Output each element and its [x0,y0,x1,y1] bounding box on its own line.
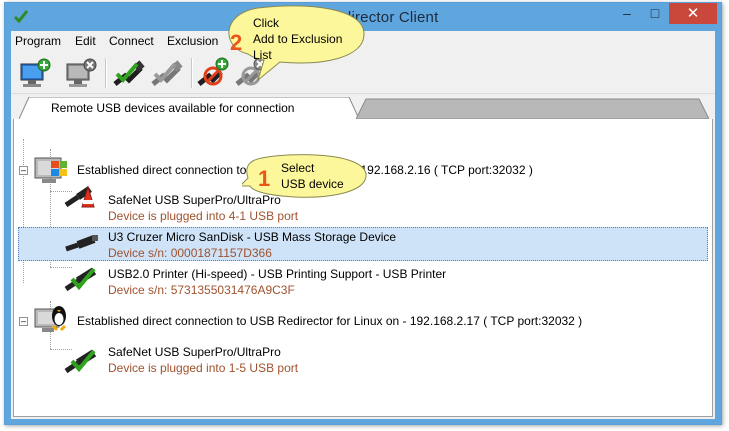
device-info: Device s/n: 5731355031476A9C3F [108,283,295,297]
tab-secondary[interactable] [356,97,709,119]
toolbar-separator [191,58,193,88]
usb-available-icon [64,267,97,292]
server-connection-label[interactable]: Established direct connection to USB Red… [77,314,582,328]
tab-strip: Remote USB devices available for connect… [13,97,713,119]
callout-text: Add to Exclusion [253,32,343,46]
device-info: Device is plugged into 1-5 USB port [108,361,299,375]
usb-plug-icon [65,235,98,252]
windows-server-icon [34,157,67,183]
menu-exclusion[interactable]: Exclusion [167,34,218,48]
menu-edit[interactable]: Edit [75,34,96,48]
usb-in-use-icon [64,185,95,208]
menu-program[interactable]: Program [15,34,61,48]
client-area: Program Edit Connect Exclusion Remote US… [11,31,715,419]
collapse-toggle[interactable]: – [19,317,28,326]
connect-device-icon[interactable] [111,56,147,90]
callout-text: Click [253,16,279,30]
tree-guide-line [23,139,24,283]
device-name[interactable]: U3 Cruzer Micro SanDisk - USB Mass Stora… [108,230,396,244]
add-server-icon[interactable] [17,56,53,90]
callout-step-number: 1 [258,166,271,191]
remove-server-icon[interactable] [63,56,99,90]
maximize-button[interactable]: □ [641,3,669,24]
callout-text: List [253,48,272,62]
tab-remote-devices-label: Remote USB devices available for connect… [51,101,295,115]
callout-text: USB device [281,177,344,191]
device-info: Device s/n: 00001871157D366 [108,246,272,260]
linux-server-icon [34,306,67,332]
toolbar-separator [105,58,107,88]
callout-step-number: 2 [230,30,243,55]
device-name[interactable]: SafeNet USB SuperPro/UltraPro [108,345,281,359]
close-button[interactable]: ✕ [669,3,717,24]
device-name[interactable]: USB2.0 Printer (Hi-speed) - USB Printing… [108,267,446,281]
usb-available-icon [64,349,97,374]
collapse-toggle[interactable]: – [19,166,28,175]
device-info: Device is plugged into 4-1 USB port [108,209,299,223]
callout-text: Select [281,161,315,175]
minimize-button[interactable]: – [613,3,641,24]
disconnect-device-icon[interactable] [149,56,185,90]
menu-connect[interactable]: Connect [109,34,154,48]
